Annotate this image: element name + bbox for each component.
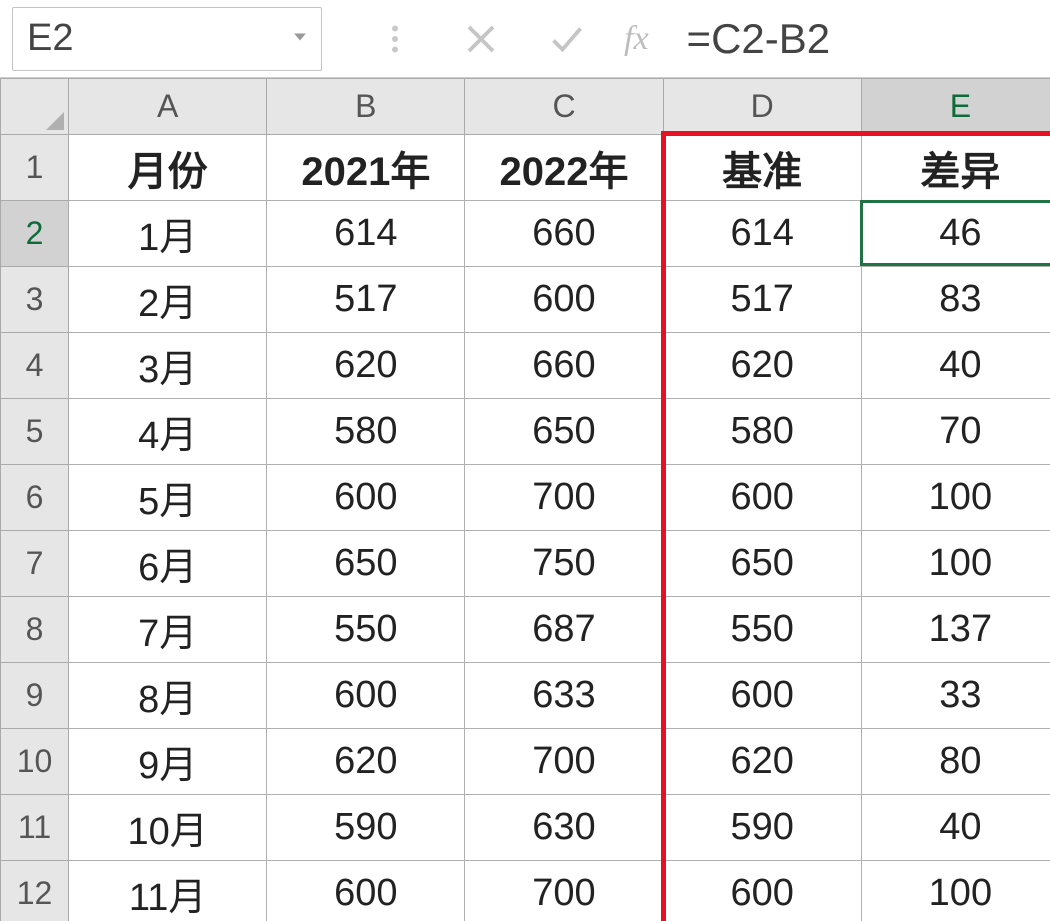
row-header-4[interactable]: 4 bbox=[1, 333, 69, 399]
cell-D7[interactable]: 650 bbox=[663, 531, 861, 597]
cell-A11[interactable]: 10月 bbox=[69, 795, 267, 861]
row-header-11[interactable]: 11 bbox=[1, 795, 69, 861]
cell-E2[interactable]: 46 bbox=[861, 201, 1050, 267]
cell-C10[interactable]: 700 bbox=[465, 729, 663, 795]
cell-C1[interactable]: 2022年 bbox=[465, 135, 663, 201]
cell-A3[interactable]: 2月 bbox=[69, 267, 267, 333]
cell-E10[interactable]: 80 bbox=[861, 729, 1050, 795]
cell-A7[interactable]: 6月 bbox=[69, 531, 267, 597]
cell-E5[interactable]: 70 bbox=[861, 399, 1050, 465]
column-header-A[interactable]: A bbox=[69, 79, 267, 135]
cell-D9[interactable]: 600 bbox=[663, 663, 861, 729]
cell-D11[interactable]: 590 bbox=[663, 795, 861, 861]
cell-C3[interactable]: 600 bbox=[465, 267, 663, 333]
dropdown-icon[interactable] bbox=[293, 27, 307, 50]
cancel-icon[interactable] bbox=[438, 7, 524, 71]
cell-B3[interactable]: 517 bbox=[267, 267, 465, 333]
cell-C7[interactable]: 750 bbox=[465, 531, 663, 597]
cell-A4[interactable]: 3月 bbox=[69, 333, 267, 399]
cell-A2[interactable]: 1月 bbox=[69, 201, 267, 267]
cell-A10[interactable]: 9月 bbox=[69, 729, 267, 795]
cell-E3[interactable]: 83 bbox=[861, 267, 1050, 333]
spreadsheet-grid[interactable]: ABCDE1月份2021年2022年基准差异21月6146606144632月5… bbox=[0, 78, 1050, 921]
row-header-3[interactable]: 3 bbox=[1, 267, 69, 333]
column-header-C[interactable]: C bbox=[465, 79, 663, 135]
cell-C5[interactable]: 650 bbox=[465, 399, 663, 465]
cell-C9[interactable]: 633 bbox=[465, 663, 663, 729]
row-header-9[interactable]: 9 bbox=[1, 663, 69, 729]
cell-B12[interactable]: 600 bbox=[267, 861, 465, 921]
cell-C11[interactable]: 630 bbox=[465, 795, 663, 861]
select-all-corner[interactable] bbox=[1, 79, 69, 135]
formula-bar: E2 fx =C2-B2 bbox=[0, 0, 1050, 78]
cell-B11[interactable]: 590 bbox=[267, 795, 465, 861]
cell-D4[interactable]: 620 bbox=[663, 333, 861, 399]
row-header-2[interactable]: 2 bbox=[1, 201, 69, 267]
cell-E4[interactable]: 40 bbox=[861, 333, 1050, 399]
cell-C8[interactable]: 687 bbox=[465, 597, 663, 663]
fx-icon[interactable]: fx bbox=[610, 20, 663, 58]
cell-E7[interactable]: 100 bbox=[861, 531, 1050, 597]
row-header-5[interactable]: 5 bbox=[1, 399, 69, 465]
cell-A5[interactable]: 4月 bbox=[69, 399, 267, 465]
column-header-B[interactable]: B bbox=[267, 79, 465, 135]
cell-D10[interactable]: 620 bbox=[663, 729, 861, 795]
cell-E1[interactable]: 差异 bbox=[861, 135, 1050, 201]
cell-B4[interactable]: 620 bbox=[267, 333, 465, 399]
cell-B9[interactable]: 600 bbox=[267, 663, 465, 729]
cell-C2[interactable]: 660 bbox=[465, 201, 663, 267]
cell-B7[interactable]: 650 bbox=[267, 531, 465, 597]
cell-A8[interactable]: 7月 bbox=[69, 597, 267, 663]
cell-B2[interactable]: 614 bbox=[267, 201, 465, 267]
formula-input[interactable]: =C2-B2 bbox=[677, 7, 1038, 71]
cell-B1[interactable]: 2021年 bbox=[267, 135, 465, 201]
cell-C6[interactable]: 700 bbox=[465, 465, 663, 531]
dots-icon bbox=[352, 7, 438, 71]
cell-D1[interactable]: 基准 bbox=[663, 135, 861, 201]
row-header-1[interactable]: 1 bbox=[1, 135, 69, 201]
name-box-value: E2 bbox=[27, 17, 293, 60]
column-header-D[interactable]: D bbox=[663, 79, 861, 135]
enter-icon[interactable] bbox=[524, 7, 610, 71]
column-header-E[interactable]: E bbox=[861, 79, 1050, 135]
row-header-12[interactable]: 12 bbox=[1, 861, 69, 921]
row-header-6[interactable]: 6 bbox=[1, 465, 69, 531]
formula-bar-buttons: fx bbox=[352, 7, 663, 71]
cell-C4[interactable]: 660 bbox=[465, 333, 663, 399]
name-box[interactable]: E2 bbox=[12, 7, 322, 71]
cell-B5[interactable]: 580 bbox=[267, 399, 465, 465]
cell-E8[interactable]: 137 bbox=[861, 597, 1050, 663]
cell-C12[interactable]: 700 bbox=[465, 861, 663, 921]
cell-B6[interactable]: 600 bbox=[267, 465, 465, 531]
cell-A1[interactable]: 月份 bbox=[69, 135, 267, 201]
cell-E6[interactable]: 100 bbox=[861, 465, 1050, 531]
cell-E9[interactable]: 33 bbox=[861, 663, 1050, 729]
cell-D12[interactable]: 600 bbox=[663, 861, 861, 921]
row-header-7[interactable]: 7 bbox=[1, 531, 69, 597]
cell-D3[interactable]: 517 bbox=[663, 267, 861, 333]
cell-D5[interactable]: 580 bbox=[663, 399, 861, 465]
cell-A9[interactable]: 8月 bbox=[69, 663, 267, 729]
cell-D6[interactable]: 600 bbox=[663, 465, 861, 531]
cell-A6[interactable]: 5月 bbox=[69, 465, 267, 531]
cell-E12[interactable]: 100 bbox=[861, 861, 1050, 921]
cell-B8[interactable]: 550 bbox=[267, 597, 465, 663]
cell-B10[interactable]: 620 bbox=[267, 729, 465, 795]
formula-text: =C2-B2 bbox=[687, 15, 831, 63]
cell-D2[interactable]: 614 bbox=[663, 201, 861, 267]
row-header-10[interactable]: 10 bbox=[1, 729, 69, 795]
cell-D8[interactable]: 550 bbox=[663, 597, 861, 663]
row-header-8[interactable]: 8 bbox=[1, 597, 69, 663]
cell-A12[interactable]: 11月 bbox=[69, 861, 267, 921]
cell-E11[interactable]: 40 bbox=[861, 795, 1050, 861]
